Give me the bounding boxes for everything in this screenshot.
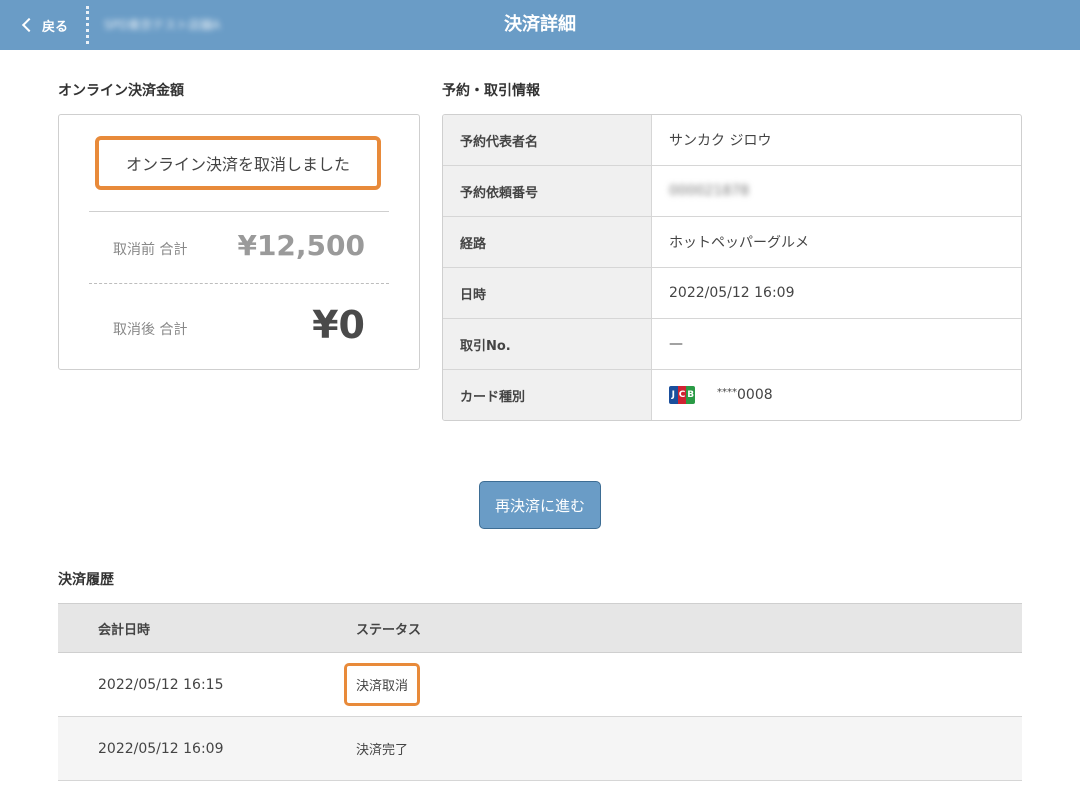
- history-status: 決済完了: [356, 743, 409, 758]
- info-row-request-number: 予約依頼番号 000021878: [443, 166, 1021, 217]
- resettle-button[interactable]: 再決済に進む: [479, 481, 601, 529]
- jcb-j: J: [669, 386, 678, 404]
- info-row-transaction-no: 取引No. —: [443, 319, 1021, 370]
- info-key: 予約依頼番号: [443, 166, 652, 216]
- history-header-row: 会計日時 ステータス: [58, 603, 1022, 653]
- card-mask: ****: [717, 387, 737, 398]
- history-col-status: ステータス: [356, 622, 422, 638]
- info-row-representative: 予約代表者名 サンカク ジロウ: [443, 115, 1021, 166]
- history-status-cell: 決済取消: [344, 663, 1022, 706]
- history-date: 2022/05/12 16:09: [98, 740, 224, 757]
- dashed-divider: [89, 283, 389, 284]
- header-bar: 戻る SPD東京テスト店舗A 決済詳細: [0, 0, 1080, 50]
- info-value: —: [669, 336, 683, 352]
- divider: [89, 211, 389, 212]
- info-row-card-type: カード種別 JCB **** 0008: [443, 370, 1021, 420]
- cancel-message: オンライン決済を取消しました: [95, 136, 381, 190]
- table-row: 2022/05/12 16:09 決済完了: [58, 717, 1022, 781]
- info-key: 予約代表者名: [443, 115, 652, 165]
- table-row: 2022/05/12 16:15 決済取消: [58, 653, 1022, 717]
- info-value: 2022/05/12 16:09: [669, 285, 795, 301]
- before-total-value: ¥12,500: [237, 229, 365, 262]
- jcb-b: B: [686, 386, 695, 404]
- history-date: 2022/05/12 16:15: [98, 676, 224, 693]
- info-value-cell: JCB **** 0008: [652, 370, 1021, 420]
- payment-history-table: 会計日時 ステータス 2022/05/12 16:15 決済取消 2022/05…: [58, 603, 1022, 781]
- card-last4: 0008: [737, 387, 773, 403]
- info-value: 000021878: [669, 183, 750, 199]
- info-key: カード種別: [443, 370, 652, 420]
- info-key: 日時: [443, 268, 652, 318]
- history-section-title: 決済履歴: [58, 572, 114, 588]
- info-value: サンカク ジロウ: [669, 133, 772, 149]
- jcb-card-icon: JCB: [669, 386, 695, 404]
- after-total-value: ¥0: [312, 303, 365, 347]
- history-col-date: 会計日時: [98, 622, 151, 638]
- info-row-route: 経路 ホットペッパーグルメ: [443, 217, 1021, 268]
- info-key: 取引No.: [443, 319, 652, 369]
- after-total-label: 取消後 合計: [113, 322, 188, 338]
- page-title: 決済詳細: [504, 14, 576, 35]
- info-key: 経路: [443, 217, 652, 267]
- info-row-datetime: 日時 2022/05/12 16:09: [443, 268, 1021, 319]
- jcb-c: C: [677, 386, 687, 404]
- before-total-label: 取消前 合計: [113, 242, 188, 258]
- info-section-title: 予約・取引情報: [442, 83, 540, 99]
- status-badge: 決済取消: [344, 663, 421, 706]
- info-value-cell: 000021878: [652, 166, 1021, 216]
- reservation-info-table: 予約代表者名 サンカク ジロウ 予約依頼番号 000021878 経路 ホットペ…: [442, 114, 1022, 421]
- amount-section-title: オンライン決済金額: [58, 83, 184, 99]
- card-number: **** 0008: [717, 387, 773, 403]
- amount-box: オンライン決済を取消しました 取消前 合計 ¥12,500 取消後 合計 ¥0: [58, 114, 420, 370]
- info-value: ホットペッパーグルメ: [669, 235, 809, 251]
